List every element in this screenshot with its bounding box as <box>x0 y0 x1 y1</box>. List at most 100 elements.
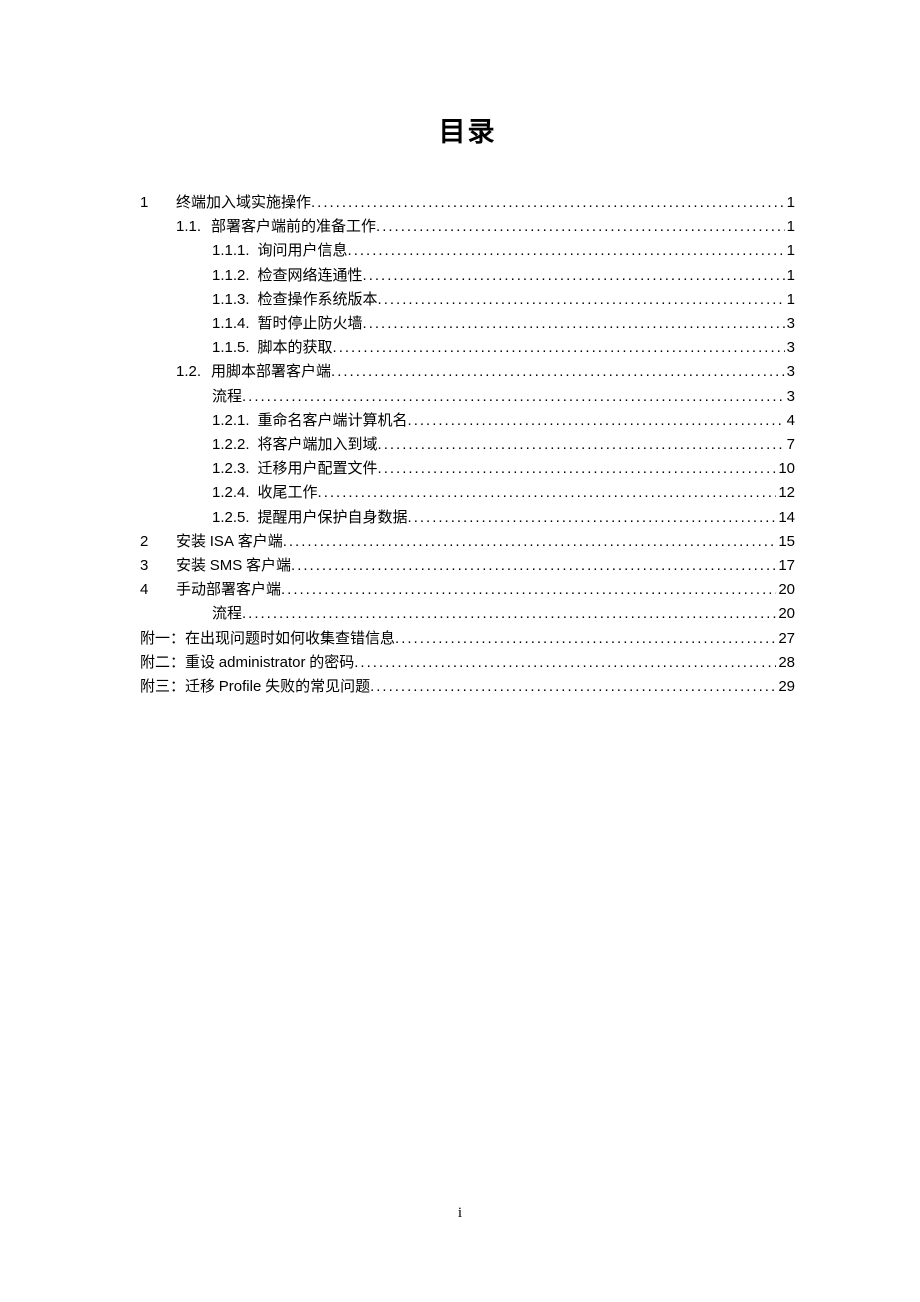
toc-entry[interactable]: 附一：在出现问题时如何收集查错信息 27 <box>140 627 795 651</box>
toc-entry[interactable]: 1.1.1. 询问用户信息 1 <box>140 239 795 263</box>
toc-leader-dots <box>408 409 785 433</box>
toc-entry[interactable]: 1.2.3. 迁移用户配置文件 10 <box>140 457 795 481</box>
toc-entry-number: 1 <box>140 191 176 215</box>
toc-leader-dots <box>333 336 785 360</box>
toc-entry-label: 终端加入域实施操作 <box>176 191 311 215</box>
toc-leader-dots <box>354 651 776 675</box>
toc-entry[interactable]: 1.1.2. 检查网络连通性 1 <box>140 264 795 288</box>
toc-entry[interactable]: 2安装 ISA 客户端15 <box>140 530 795 554</box>
toc-entry-number: 1.1.1. <box>212 239 250 263</box>
toc-entry-label: 提醒用户保护自身数据 <box>258 506 408 530</box>
toc-entry-label: 暂时停止防火墙 <box>258 312 363 336</box>
toc-leader-dots <box>291 554 776 578</box>
toc-entry-label: 重命名客户端计算机名 <box>258 409 408 433</box>
toc-entry-page: 29 <box>776 675 795 699</box>
toc-entry-label: 手动部署客户端 <box>176 578 281 602</box>
toc-entry[interactable]: 流程20 <box>140 602 795 626</box>
toc-leader-dots <box>242 385 785 409</box>
toc-entry-page: 4 <box>785 409 795 433</box>
toc-entry-page: 1 <box>785 264 795 288</box>
toc-entry-label: 检查网络连通性 <box>258 264 363 288</box>
toc-entry[interactable]: 1.1.4.暂时停止防火墙3 <box>140 312 795 336</box>
toc-entry-label: 在出现问题时如何收集查错信息 <box>185 627 395 651</box>
toc-entry-number: 1.2. <box>176 360 201 384</box>
toc-entry-label: 用脚本部署客户端 <box>211 360 331 384</box>
toc-entry-number: 1.1.5. <box>212 336 250 360</box>
toc-entry[interactable]: 1.2.1. 重命名客户端计算机名 4 <box>140 409 795 433</box>
toc-entry-label: 部署客户端前的准备工作 <box>211 215 376 239</box>
toc-entry[interactable]: 1.1.3.检查操作系统版本1 <box>140 288 795 312</box>
toc-leader-dots <box>348 239 785 263</box>
toc-entry[interactable]: 1.2.2.将客户端加入到域7 <box>140 433 795 457</box>
toc-entry-page: 28 <box>776 651 795 675</box>
toc-entry-number: 附三： <box>140 675 185 699</box>
toc-entry-number: 1.2.5. <box>212 506 250 530</box>
toc-entry-label: 收尾工作 <box>258 481 318 505</box>
toc-entry-number: 1.2.2. <box>212 433 250 457</box>
toc-entry-number: 1.2.3. <box>212 457 250 481</box>
toc-entry-number: 附二： <box>140 651 185 675</box>
toc-leader-dots <box>378 433 785 457</box>
toc-entry-page: 1 <box>785 191 795 215</box>
toc-entry-number: 1.1.3. <box>212 288 250 312</box>
toc-leader-dots <box>363 264 785 288</box>
toc-leader-dots <box>311 191 785 215</box>
toc-entry-number: 1.1.4. <box>212 312 250 336</box>
document-page: 目录 1终端加入域实施操作11.1.部署客户端前的准备工作11.1.1.询问用户… <box>0 0 920 1302</box>
toc-entry[interactable]: 3安装 SMS 客户端 17 <box>140 554 795 578</box>
toc-entry-page: 1 <box>785 239 795 263</box>
toc-entry-label: 迁移用户配置文件 <box>258 457 378 481</box>
toc-leader-dots <box>331 360 785 384</box>
toc-entry-page: 3 <box>785 385 795 409</box>
toc-entry[interactable]: 流程3 <box>140 385 795 409</box>
toc-entry-label: 重设 administrator 的密码 <box>185 651 354 675</box>
toc-leader-dots <box>378 288 785 312</box>
toc-entry-label: 安装 SMS 客户端 <box>176 554 291 578</box>
toc-entry-page: 3 <box>785 360 795 384</box>
toc-entry[interactable]: 1.2. 用脚本部署客户端 3 <box>140 360 795 384</box>
toc-entry-number: 3 <box>140 554 176 578</box>
toc-entry[interactable]: 4手动部署客户端 20 <box>140 578 795 602</box>
toc-leader-dots <box>370 675 776 699</box>
toc-entry-page: 20 <box>776 602 795 626</box>
toc-leader-dots <box>378 457 777 481</box>
toc-entry-page: 27 <box>776 627 795 651</box>
toc-leader-dots <box>318 481 777 505</box>
toc-leader-dots <box>395 627 776 651</box>
toc-entry-number: 1.1. <box>176 215 201 239</box>
toc-entry[interactable]: 附三：迁移 Profile 失败的常见问题 29 <box>140 675 795 699</box>
toc-leader-dots <box>281 578 776 602</box>
toc-entry-page: 17 <box>776 554 795 578</box>
toc-entry-page: 20 <box>776 578 795 602</box>
toc-entry-number: 1.2.4. <box>212 481 250 505</box>
toc-leader-dots <box>242 602 776 626</box>
toc-entry[interactable]: 1.1.5.脚本的获取3 <box>140 336 795 360</box>
toc-entry[interactable]: 1.2.5. 提醒用户保护自身数据 14 <box>140 506 795 530</box>
toc-entry[interactable]: 1终端加入域实施操作1 <box>140 191 795 215</box>
toc-title: 目录 <box>140 110 795 149</box>
toc-entry-label: 安装 ISA 客户端 <box>176 530 283 554</box>
toc-entry-page: 1 <box>785 288 795 312</box>
toc-entry[interactable]: 附二：重设 administrator 的密码 28 <box>140 651 795 675</box>
page-number-footer: i <box>0 1205 920 1222</box>
toc-entry-number: 附一： <box>140 627 185 651</box>
toc-entry-page: 1 <box>785 215 795 239</box>
toc-list: 1终端加入域实施操作11.1.部署客户端前的准备工作11.1.1.询问用户信息1… <box>140 191 795 699</box>
toc-entry-page: 10 <box>776 457 795 481</box>
toc-leader-dots <box>363 312 785 336</box>
toc-entry-label: 询问用户信息 <box>258 239 348 263</box>
toc-entry-label: 脚本的获取 <box>258 336 333 360</box>
toc-leader-dots <box>283 530 777 554</box>
toc-entry[interactable]: 1.2.4. 收尾工作 12 <box>140 481 795 505</box>
toc-entry-number: 2 <box>140 530 176 554</box>
toc-entry-label: 迁移 Profile 失败的常见问题 <box>185 675 370 699</box>
toc-leader-dots <box>376 215 785 239</box>
toc-entry[interactable]: 1.1. 部署客户端前的准备工作 1 <box>140 215 795 239</box>
toc-entry-page: 12 <box>776 481 795 505</box>
toc-entry-number: 1.1.2. <box>212 264 250 288</box>
toc-leader-dots <box>408 506 777 530</box>
toc-entry-number: 4 <box>140 578 176 602</box>
toc-entry-page: 14 <box>776 506 795 530</box>
toc-entry-number: 1.2.1. <box>212 409 250 433</box>
toc-entry-label: 将客户端加入到域 <box>258 433 378 457</box>
